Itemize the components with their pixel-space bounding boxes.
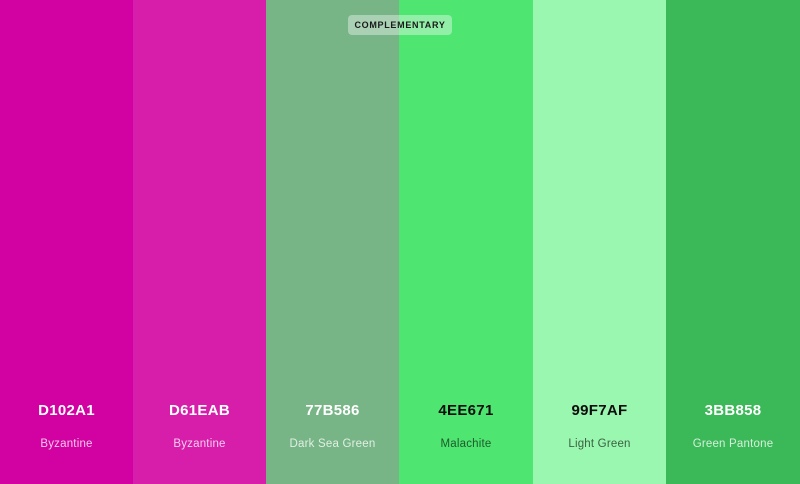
swatch-hex[interactable]: D102A1 <box>0 402 133 419</box>
color-palette: D102A1 Byzantine D61EAB Byzantine 77B586… <box>0 0 800 484</box>
swatch-name: Green Pantone <box>692 438 774 450</box>
swatch-3[interactable]: 77B586 Dark Sea Green <box>266 0 399 484</box>
swatch-name: Malachite <box>440 438 492 450</box>
swatch-hex[interactable]: 77B586 <box>266 402 399 419</box>
swatch-name: Dark Sea Green <box>289 438 376 450</box>
swatch-hex[interactable]: D61EAB <box>133 402 266 419</box>
swatch-4[interactable]: 4EE671 Malachite <box>399 0 533 484</box>
swatch-1[interactable]: D102A1 Byzantine <box>0 0 133 484</box>
swatch-hex[interactable]: 3BB858 <box>666 402 800 419</box>
palette-type-badge: COMPLEMENTARY <box>348 15 452 35</box>
swatch-name: Byzantine <box>173 438 226 450</box>
swatch-5[interactable]: 99F7AF Light Green <box>533 0 666 484</box>
swatch-hex[interactable]: 99F7AF <box>533 402 666 419</box>
swatch-2[interactable]: D61EAB Byzantine <box>133 0 266 484</box>
swatch-name: Byzantine <box>40 438 93 450</box>
swatch-6[interactable]: 3BB858 Green Pantone <box>666 0 800 484</box>
swatch-hex[interactable]: 4EE671 <box>399 402 533 419</box>
swatch-name: Light Green <box>568 438 631 450</box>
